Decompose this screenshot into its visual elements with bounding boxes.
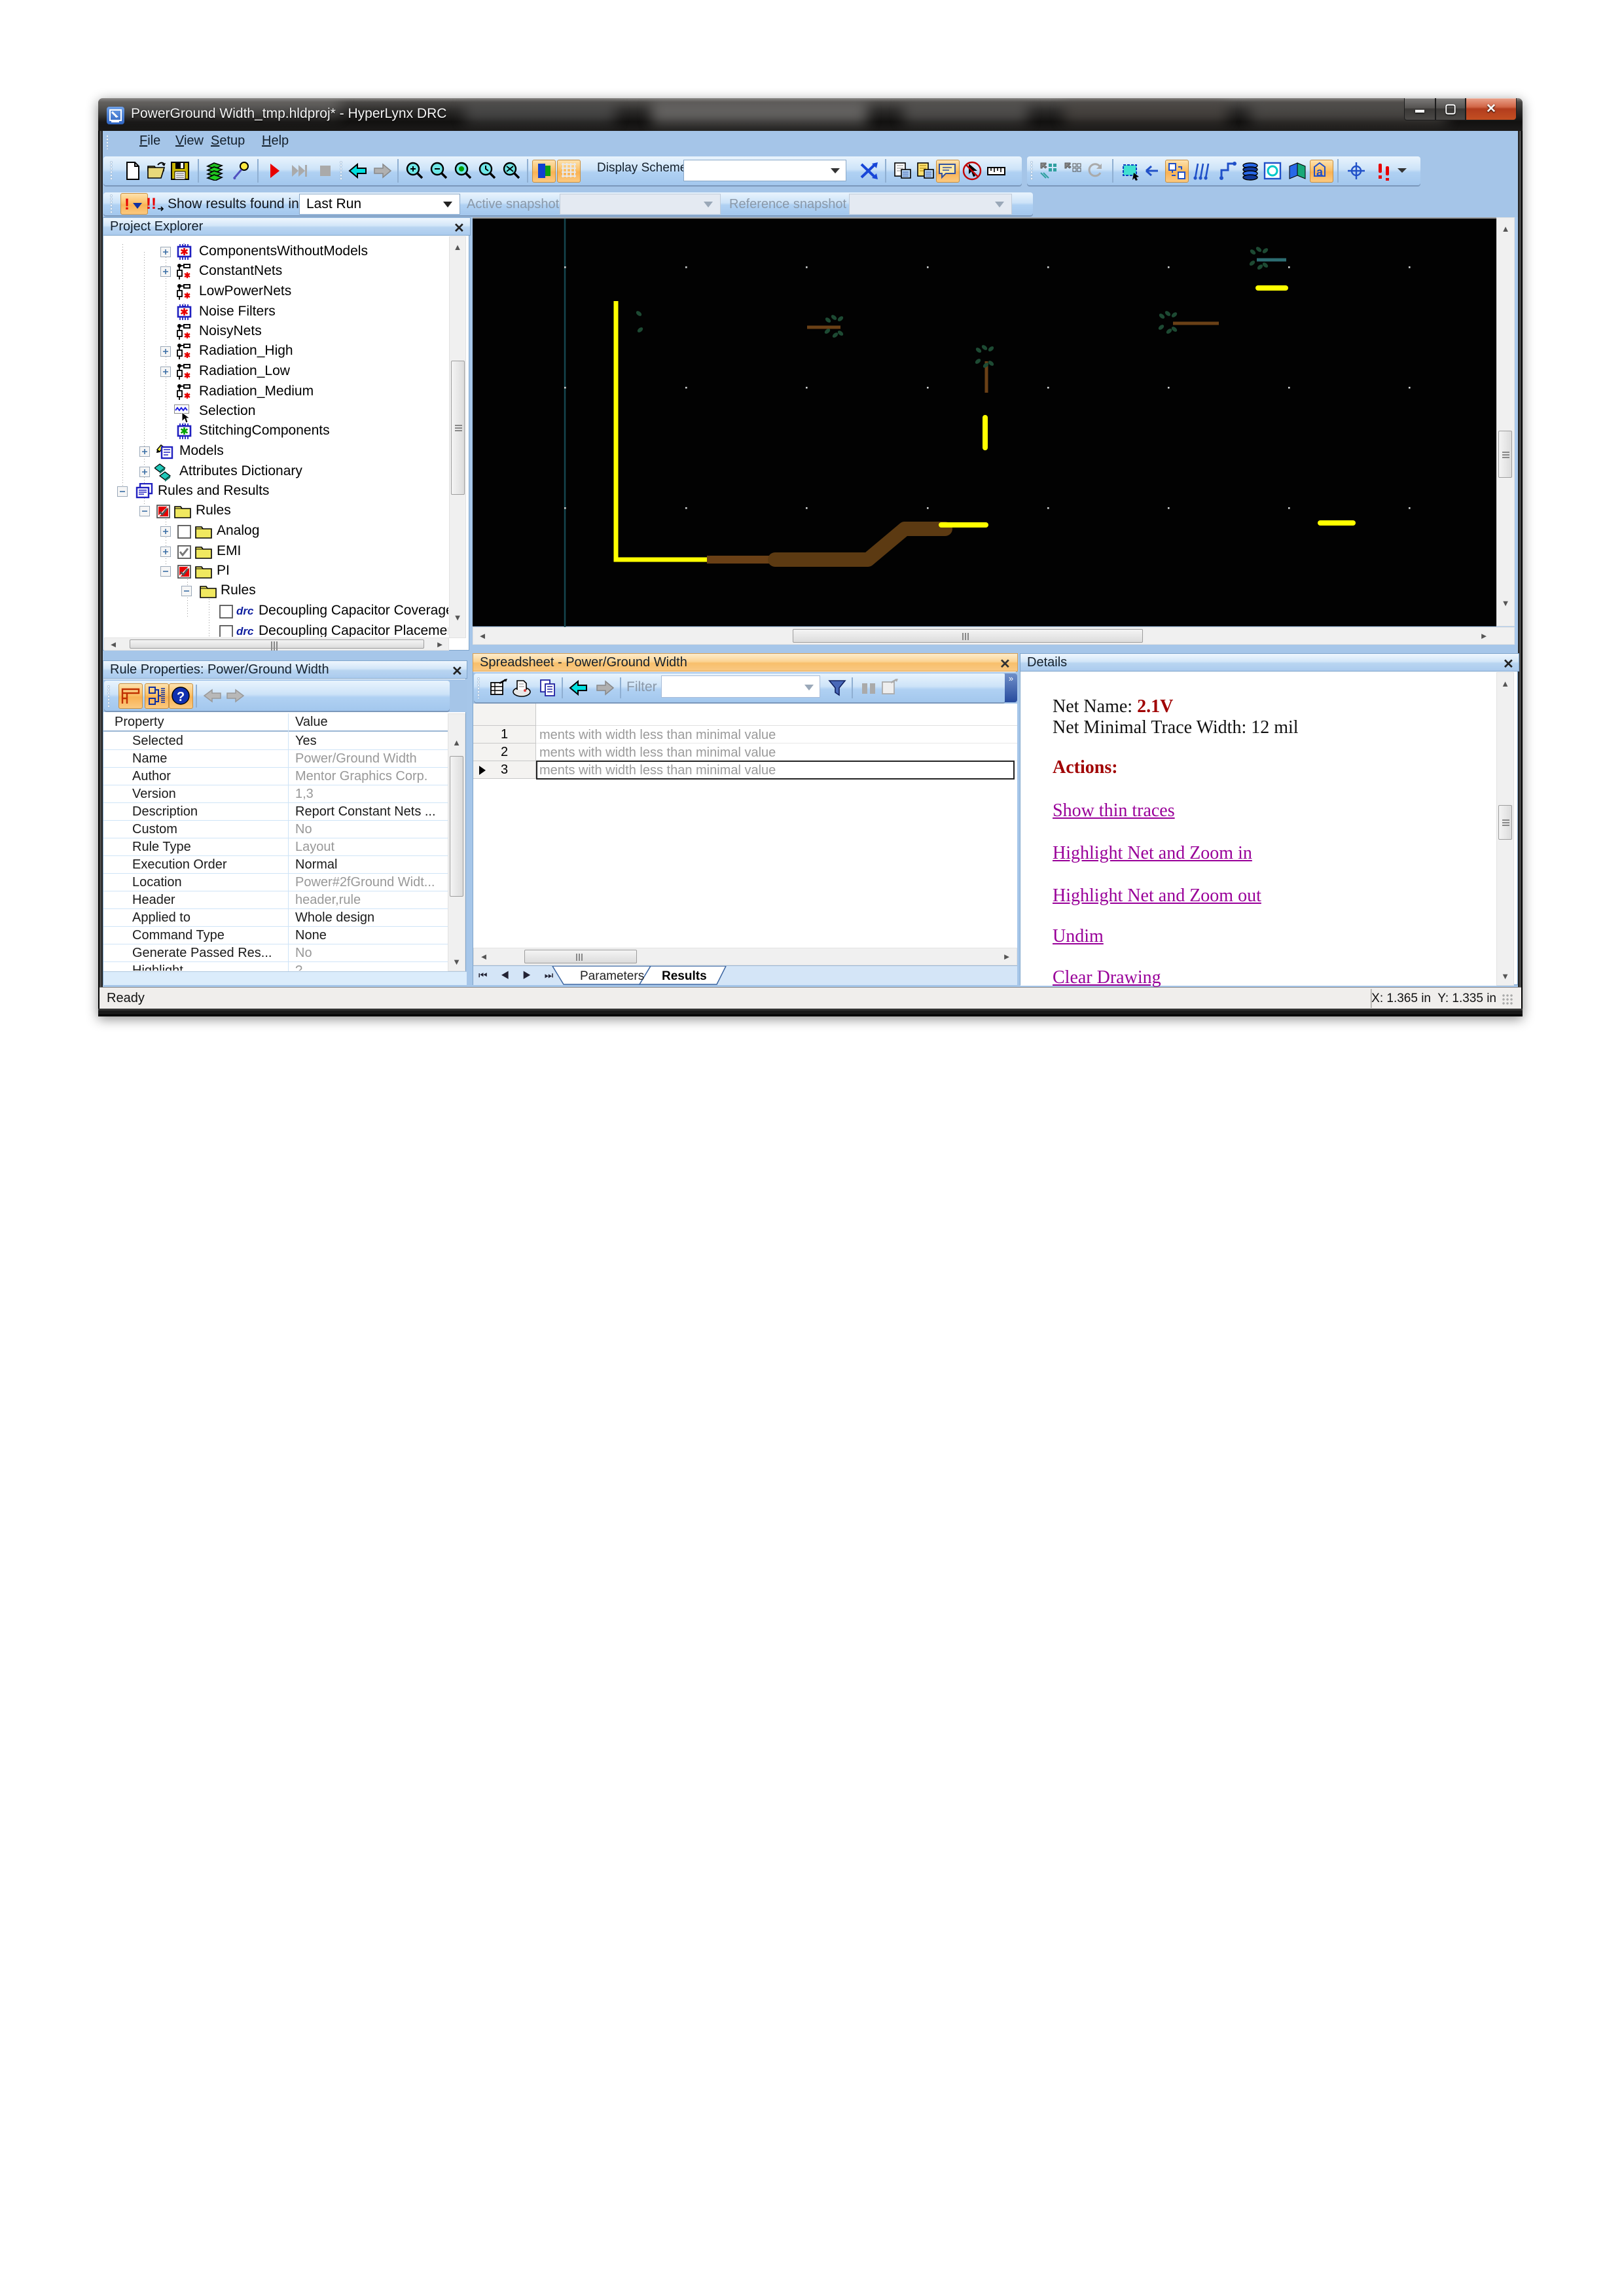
svg-text:?: ? <box>177 690 185 704</box>
svg-text:!: ! <box>124 196 130 213</box>
svg-text:!!: !! <box>146 195 156 213</box>
svg-text:a: a <box>1316 166 1324 179</box>
svg-text:Parameters: Parameters <box>580 969 644 983</box>
svg-text:Results: Results <box>662 969 707 983</box>
